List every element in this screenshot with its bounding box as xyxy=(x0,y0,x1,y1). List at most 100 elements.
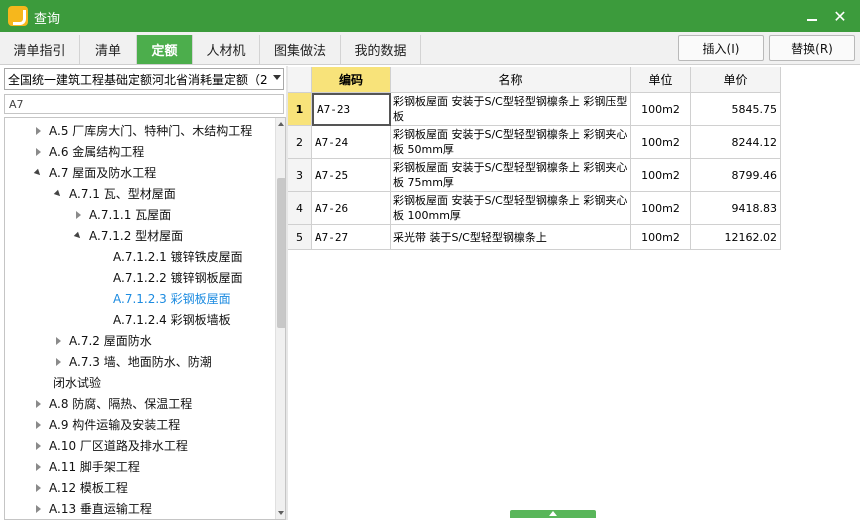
tree-item-label: 闭水试验 xyxy=(53,376,102,390)
grid-corner xyxy=(288,67,312,93)
scroll-up-icon[interactable] xyxy=(278,122,284,126)
cell-unit[interactable]: 100m2 xyxy=(631,192,691,225)
tree-item[interactable]: A.7.1 瓦、型材屋面 xyxy=(53,183,176,204)
tree-item-label: A.7.1.2 型材屋面 xyxy=(89,229,184,243)
cell-code[interactable]: A7-27 xyxy=(312,225,391,250)
tab-labor-material-machine[interactable]: 人材机 xyxy=(193,35,260,64)
row-number[interactable]: 3 xyxy=(288,159,312,192)
row-number[interactable]: 1 xyxy=(288,93,312,126)
tree-item-label: A.6 金属结构工程 xyxy=(49,145,145,159)
app-logo-icon xyxy=(8,6,28,26)
collapsed-triangle-icon[interactable] xyxy=(33,440,45,452)
collapsed-triangle-icon[interactable] xyxy=(33,482,45,494)
tree-item[interactable]: A.7.1.2.1 镀锌铁皮屋面 xyxy=(105,246,243,267)
tree-item[interactable]: A.7.1.2 型材屋面 xyxy=(73,225,183,246)
tree-item[interactable]: A.5 厂库房大门、特种门、木结构工程 xyxy=(33,120,252,141)
cell-name[interactable]: 彩钢板屋面 安装于S/C型轻型钢檩条上 彩钢夹心板 75mm厚 xyxy=(391,159,631,192)
cell-name[interactable]: 彩钢板屋面 安装于S/C型轻型钢檩条上 彩钢夹心板 50mm厚 xyxy=(391,126,631,159)
row-number[interactable]: 4 xyxy=(288,192,312,225)
tree-item[interactable]: A.7.1.2.2 镀锌钢板屋面 xyxy=(105,267,243,288)
cell-name[interactable]: 彩钢板屋面 安装于S/C型轻型钢檩条上 彩钢压型板 xyxy=(391,93,631,126)
row-number[interactable]: 2 xyxy=(288,126,312,159)
collapsed-triangle-icon[interactable] xyxy=(33,146,45,158)
collapsed-triangle-icon[interactable] xyxy=(73,209,85,221)
collapsed-triangle-icon[interactable] xyxy=(33,503,45,515)
cell-price[interactable]: 9418.83 xyxy=(691,192,781,225)
cell-code[interactable]: A7-26 xyxy=(312,192,391,225)
scroll-down-icon[interactable] xyxy=(278,511,284,515)
minimize-icon xyxy=(807,19,817,21)
tree-item[interactable]: A.12 模板工程 xyxy=(33,477,128,498)
tree-item[interactable]: A.9 构件运输及安装工程 xyxy=(33,414,180,435)
row-number[interactable]: 5 xyxy=(288,225,312,250)
tree-item[interactable]: 闭水试验 xyxy=(53,372,101,393)
tree-item[interactable]: A.7.1.2.3 彩钢板屋面 xyxy=(105,288,231,309)
tree-item[interactable]: A.13 垂直运输工程 xyxy=(33,498,152,519)
cell-name[interactable]: 彩钢板屋面 安装于S/C型轻型钢檩条上 彩钢夹心板 100mm厚 xyxy=(391,192,631,225)
collapsed-triangle-icon[interactable] xyxy=(53,356,65,368)
column-header-price[interactable]: 单价 xyxy=(691,67,781,93)
collapsed-triangle-icon[interactable] xyxy=(33,398,45,410)
scroll-thumb[interactable] xyxy=(277,178,285,328)
title-bar: 查询 ✕ xyxy=(0,0,860,32)
insert-button[interactable]: 插入(I) xyxy=(678,35,764,61)
cell-unit[interactable]: 100m2 xyxy=(631,159,691,192)
cell-unit[interactable]: 100m2 xyxy=(631,126,691,159)
tree-item[interactable]: A.7.1.2.4 彩钢板墙板 xyxy=(105,309,231,330)
tree-scrollbar[interactable] xyxy=(275,118,285,519)
column-header-code[interactable]: 编码 xyxy=(312,67,391,93)
tree-item-label: A.7.1 瓦、型材屋面 xyxy=(69,187,176,201)
tree-item-label: A.7.3 墙、地面防水、防潮 xyxy=(69,355,212,369)
tree-item[interactable]: A.10 厂区道路及排水工程 xyxy=(33,435,188,456)
cell-price[interactable]: 12162.02 xyxy=(691,225,781,250)
collapsed-triangle-icon[interactable] xyxy=(53,335,65,347)
collapse-handle[interactable] xyxy=(510,510,596,518)
tab-atlas-method[interactable]: 图集做法 xyxy=(260,35,341,64)
collapsed-triangle-icon[interactable] xyxy=(33,125,45,137)
tree-item-label: A.7 屋面及防水工程 xyxy=(49,166,157,180)
tab-bill[interactable]: 清单 xyxy=(80,35,137,64)
tree-item-label: A.9 构件运输及安装工程 xyxy=(49,418,181,432)
tab-bill-guide[interactable]: 清单指引 xyxy=(0,35,80,64)
tree-item[interactable]: A.8 防腐、隔热、保温工程 xyxy=(33,393,192,414)
close-button[interactable]: ✕ xyxy=(828,4,852,28)
quota-library-select[interactable]: 全国统一建筑工程基础定额河北省消耗量定额（2 xyxy=(4,68,284,90)
cell-price[interactable]: 5845.75 xyxy=(691,93,781,126)
collapsed-triangle-icon[interactable] xyxy=(33,419,45,431)
tree-item-label: A.7.1.2.1 镀锌铁皮屋面 xyxy=(113,250,243,264)
tree-item-label: A.7.2 屋面防水 xyxy=(69,334,152,348)
tree-item-label: A.7.1.2.4 彩钢板墙板 xyxy=(113,313,231,327)
collapsed-triangle-icon[interactable] xyxy=(33,461,45,473)
tree-item[interactable]: A.11 脚手架工程 xyxy=(33,456,140,477)
tab-my-data[interactable]: 我的数据 xyxy=(341,35,421,64)
tree-item[interactable]: A.7.2 屋面防水 xyxy=(53,330,152,351)
tab-bar: 清单指引 清单 定额 人材机 图集做法 我的数据 插入(I) 替换(R) xyxy=(0,32,860,65)
expanded-triangle-icon[interactable] xyxy=(73,230,85,242)
cell-price[interactable]: 8244.12 xyxy=(691,126,781,159)
quota-grid: 编码 名称 单位 单价 1 A7-23 彩钢板屋面 安装于S/C型轻型钢檩条上 彩钢压型板 1… xyxy=(288,67,860,520)
tree-item[interactable]: A.7.3 墙、地面防水、防潮 xyxy=(53,351,212,372)
tab-quota[interactable]: 定额 xyxy=(137,35,193,64)
cell-price[interactable]: 8799.46 xyxy=(691,159,781,192)
tree-item[interactable]: A.7 屋面及防水工程 xyxy=(33,162,156,183)
tree-item-label: A.8 防腐、隔热、保温工程 xyxy=(49,397,193,411)
filter-input[interactable]: A7 xyxy=(4,94,284,114)
column-header-unit[interactable]: 单位 xyxy=(631,67,691,93)
cell-unit[interactable]: 100m2 xyxy=(631,225,691,250)
cell-code[interactable]: A7-23 xyxy=(312,93,391,126)
minimize-button[interactable] xyxy=(800,4,824,28)
tree-item-label: A.7.1.2.3 彩钢板屋面 xyxy=(113,292,231,306)
tree-item[interactable]: A.6 金属结构工程 xyxy=(33,141,144,162)
column-header-name[interactable]: 名称 xyxy=(391,67,631,93)
cell-unit[interactable]: 100m2 xyxy=(631,93,691,126)
cell-code[interactable]: A7-25 xyxy=(312,159,391,192)
tree-item-label: A.12 模板工程 xyxy=(49,481,128,495)
cell-code[interactable]: A7-24 xyxy=(312,126,391,159)
chevron-down-icon xyxy=(273,75,281,80)
left-panel: 全国统一建筑工程基础定额河北省消耗量定额（2 A7 A.5 厂库房大门、特种门、… xyxy=(0,66,286,520)
expanded-triangle-icon[interactable] xyxy=(33,167,45,179)
tree-item[interactable]: A.7.1.1 瓦屋面 xyxy=(73,204,171,225)
replace-button[interactable]: 替换(R) xyxy=(769,35,855,61)
cell-name[interactable]: 采光带 装于S/C型轻型钢檩条上 xyxy=(391,225,631,250)
expanded-triangle-icon[interactable] xyxy=(53,188,65,200)
